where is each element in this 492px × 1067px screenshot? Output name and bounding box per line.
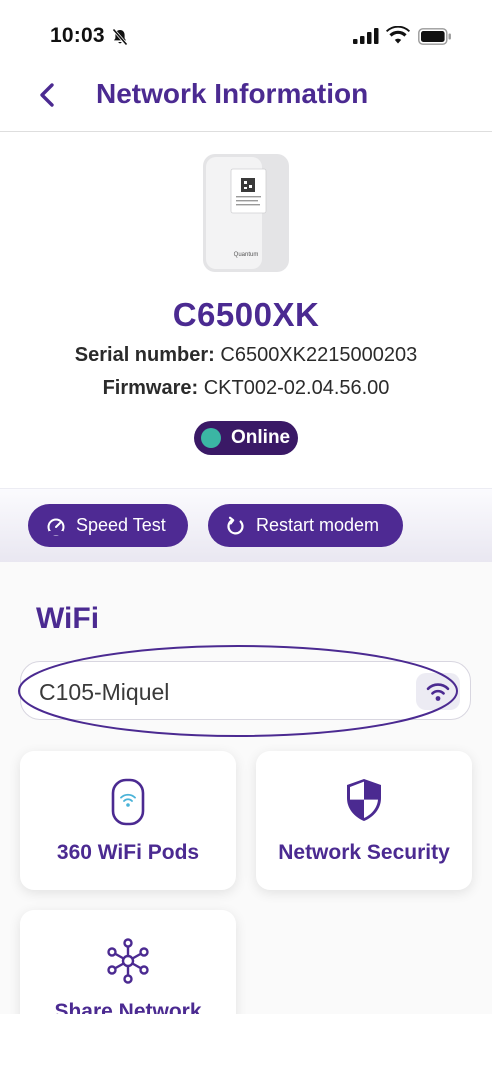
status-badge: Online bbox=[194, 421, 298, 455]
speed-test-label: Speed Test bbox=[76, 515, 166, 535]
restart-modem-button[interactable]: Restart modem bbox=[208, 504, 403, 547]
restart-modem-label: Restart modem bbox=[256, 515, 380, 535]
speed-test-button[interactable]: Speed Test bbox=[28, 504, 188, 547]
restart-icon bbox=[227, 516, 244, 534]
serial-number-line: Serial number: C6500XK2215000203 bbox=[0, 344, 492, 367]
wifi-ssid: C105-Miquel bbox=[39, 679, 170, 705]
app-header: Network Information bbox=[0, 72, 492, 132]
serial-number-label: Serial number: bbox=[74, 344, 215, 366]
network-nodes-icon bbox=[107, 938, 149, 984]
serial-number-value: C6500XK2215000203 bbox=[220, 344, 418, 366]
wifi-pod-icon bbox=[111, 778, 145, 826]
wifi-pods-label: 360 WiFi Pods bbox=[56, 841, 200, 864]
cellular-signal-icon bbox=[353, 28, 379, 44]
status-bar: 10:03 bbox=[0, 0, 492, 72]
firmware-label: Firmware: bbox=[102, 377, 199, 399]
wifi-signal-icon bbox=[386, 26, 410, 44]
main-content: WiFi C105-Miquel 360 WiFi Pods Network S… bbox=[0, 562, 492, 1049]
wifi-pods-card[interactable]: 360 WiFi Pods bbox=[20, 751, 236, 890]
bell-slash-icon bbox=[112, 28, 128, 46]
network-security-card[interactable]: Network Security bbox=[256, 751, 472, 890]
wifi-section-heading: WiFi bbox=[36, 602, 100, 635]
back-button[interactable] bbox=[30, 78, 64, 112]
wifi-network-field[interactable]: C105-Miquel bbox=[20, 661, 471, 720]
bottom-area bbox=[0, 1014, 492, 1067]
speedometer-icon bbox=[47, 518, 65, 535]
quick-actions-bar: Speed Test Restart modem bbox=[0, 488, 492, 562]
device-brand-label: Quantum bbox=[234, 252, 259, 258]
network-security-label: Network Security bbox=[278, 841, 450, 864]
wifi-settings-button[interactable] bbox=[416, 673, 460, 710]
chevron-left-icon bbox=[40, 83, 54, 107]
page-title: Network Information bbox=[96, 78, 369, 109]
firmware-value: CKT002-02.04.56.00 bbox=[203, 377, 390, 399]
firmware-line: Firmware: CKT002-02.04.56.00 bbox=[0, 377, 492, 400]
device-model: C6500XK bbox=[172, 296, 320, 333]
shield-icon bbox=[347, 779, 381, 821]
online-status-dot-icon bbox=[201, 428, 221, 448]
battery-icon bbox=[418, 28, 451, 45]
modem-device-image: Quantum bbox=[203, 154, 289, 272]
wifi-icon bbox=[426, 682, 450, 701]
status-time: 10:03 bbox=[50, 24, 105, 47]
status-badge-label: Online bbox=[231, 427, 291, 448]
